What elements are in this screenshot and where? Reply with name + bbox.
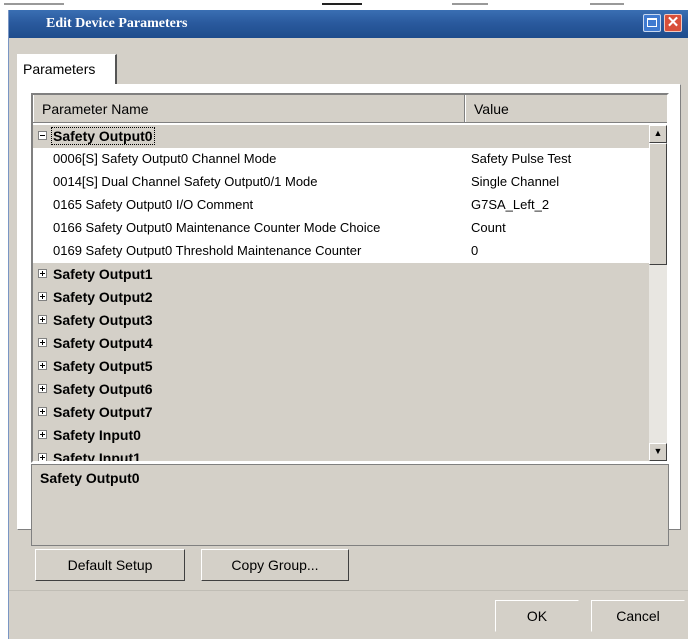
group-row-safety-input0[interactable]: Safety Input0 [33,424,649,447]
description-box: Safety Output0 [31,464,669,546]
expand-icon[interactable] [38,338,47,347]
group-row-safety-output3[interactable]: Safety Output3 [33,309,649,332]
group-name: Safety Output4 [53,335,153,351]
parameter-name: 0006[S] Safety Output0 Channel Mode [53,151,277,166]
expand-icon[interactable] [38,269,47,278]
close-icon: ✕ [666,14,680,31]
column-header-value[interactable]: Value [465,95,667,122]
group-name: Safety Input0 [53,427,141,443]
group-row-safety-input1[interactable]: Safety Input1 [33,447,649,461]
copy-group-button[interactable]: Copy Group... [201,549,349,581]
group-row-safety-output5[interactable]: Safety Output5 [33,355,649,378]
parameter-row[interactable]: 0165 Safety Output0 I/O Comment G7SA_Lef… [33,194,649,217]
collapse-icon[interactable] [38,131,47,140]
expand-icon[interactable] [38,292,47,301]
parameter-row[interactable]: 0169 Safety Output0 Threshold Maintenanc… [33,240,649,263]
background-window-strip [0,0,688,10]
vertical-scrollbar[interactable]: ▲ ▼ [649,125,667,461]
arrow-down-icon: ▼ [653,446,663,456]
grid-rows: Safety Output0 0006[S] Safety Output0 Ch… [33,125,649,461]
parameter-row[interactable]: 0166 Safety Output0 Maintenance Counter … [33,217,649,240]
default-setup-button[interactable]: Default Setup [35,549,185,581]
scroll-up-button[interactable]: ▲ [649,125,667,143]
grid-header: Parameter Name Value [33,95,667,123]
expand-icon[interactable] [38,453,47,461]
group-name: Safety Output5 [53,358,153,374]
column-header-parameter-name[interactable]: Parameter Name [33,95,465,122]
parameter-row[interactable]: 0014[S] Dual Channel Safety Output0/1 Mo… [33,171,649,194]
description-text: Safety Output0 [40,470,140,486]
edit-device-parameters-dialog: Edit Device Parameters ✕ Parameters Para… [8,10,688,639]
group-row-safety-output7[interactable]: Safety Output7 [33,401,649,424]
group-row-safety-output2[interactable]: Safety Output2 [33,286,649,309]
parameter-value[interactable]: Safety Pulse Test [471,151,571,166]
dialog-title: Edit Device Parameters [46,16,188,31]
title-bar[interactable]: Edit Device Parameters ✕ [9,10,688,38]
parameter-row[interactable]: 0006[S] Safety Output0 Channel Mode Safe… [33,148,649,171]
arrow-up-icon: ▲ [653,128,663,138]
parameter-name: 0169 Safety Output0 Threshold Maintenanc… [53,243,362,258]
parameter-value[interactable]: Single Channel [471,174,559,189]
ok-button[interactable]: OK [495,600,579,632]
cancel-button[interactable]: Cancel [591,600,685,632]
group-name: Safety Output0 [51,127,155,145]
expand-icon[interactable] [38,384,47,393]
group-name: Safety Output3 [53,312,153,328]
parameter-value[interactable]: Count [471,220,506,235]
expand-icon[interactable] [38,315,47,324]
group-name: Safety Input1 [53,450,141,461]
parameter-value[interactable]: G7SA_Left_2 [471,197,549,212]
parameter-grid: Parameter Name Value Safety Output0 0006… [31,93,669,463]
group-row-safety-output0[interactable]: Safety Output0 [33,125,649,148]
group-name: Safety Output7 [53,404,153,420]
footer-divider [9,590,688,591]
group-row-safety-output6[interactable]: Safety Output6 [33,378,649,401]
parameter-name: 0165 Safety Output0 I/O Comment [53,197,254,212]
group-name: Safety Output6 [53,381,153,397]
expand-icon[interactable] [38,430,47,439]
group-name: Safety Output2 [53,289,153,305]
maximize-icon [647,18,657,27]
expand-icon[interactable] [38,361,47,370]
group-name: Safety Output1 [53,266,153,282]
parameter-name: 0166 Safety Output0 Maintenance Counter … [53,220,381,235]
scrollbar-thumb[interactable] [649,143,667,265]
group-row-safety-output1[interactable]: Safety Output1 [33,263,649,286]
expand-icon[interactable] [38,407,47,416]
close-button[interactable]: ✕ [664,14,682,32]
parameter-name: 0014[S] Dual Channel Safety Output0/1 Mo… [53,174,318,189]
tab-parameters[interactable]: Parameters [17,54,117,84]
group-row-safety-output4[interactable]: Safety Output4 [33,332,649,355]
tab-parameters-label: Parameters [23,61,96,77]
scroll-down-button[interactable]: ▼ [649,443,667,461]
parameter-value[interactable]: 0 [471,243,478,258]
maximize-button[interactable] [643,14,661,32]
